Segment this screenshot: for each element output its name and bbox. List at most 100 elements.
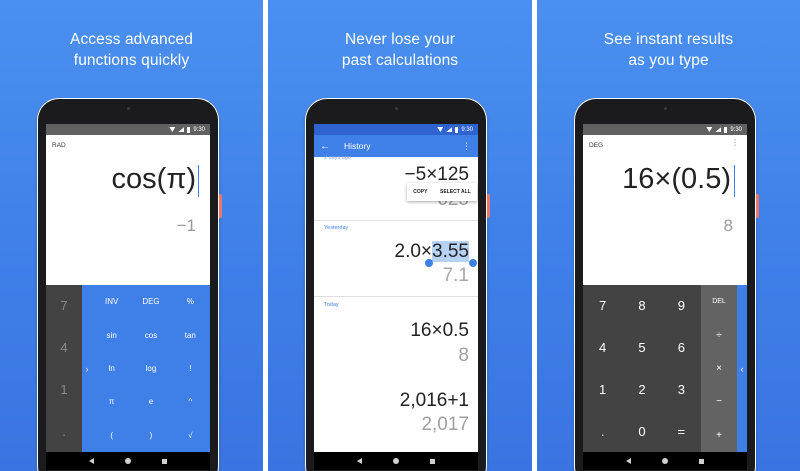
overflow-menu-icon[interactable]: ⋮ [462,142,471,151]
advanced-function-grid: INV DEG % sin cos tan ln log ! π e ^ ( ) [92,285,210,452]
key-subtract[interactable]: − [701,385,737,418]
recents-icon[interactable] [161,458,167,464]
calculator-display[interactable]: RAD cos(π) −1 [46,135,210,285]
wifi-icon [169,127,176,132]
power-button [756,194,759,218]
caption-line: past calculations [341,52,459,69]
key-percent[interactable]: % [171,285,210,318]
history-expression[interactable]: 2,016+1 [400,390,469,412]
back-icon[interactable] [89,458,95,464]
key-2[interactable]: 2 [622,369,661,411]
result-text[interactable]: 8 [724,216,733,236]
recents-icon[interactable] [698,458,704,464]
key-3[interactable]: 3 [662,369,701,411]
selection-handle-right[interactable] [469,259,477,267]
keypad: 7 8 9 4 5 6 1 2 3 . 0 = DEL ÷ × − + ‹ [583,285,747,452]
key-open-paren[interactable]: ( [92,419,131,452]
calculator-display[interactable]: DEG ⋮ 16×(0.5) 8 [583,135,747,285]
history-result[interactable]: 7.1 [443,265,469,287]
key-4[interactable]: 4 [46,327,82,369]
history-expression[interactable]: 16×0.5 [410,320,469,342]
battery-icon [724,126,728,133]
key-1[interactable]: 1 [46,369,82,411]
history-list[interactable]: 2 days ago −5×125 −625 Yesterday 2.0×3.5… [314,155,478,452]
promo-panel-3: See instant results as you type 9:30 DEG… [537,0,800,471]
home-icon[interactable] [124,458,131,464]
history-title: History [344,141,371,151]
key-e[interactable]: e [131,385,170,418]
back-icon[interactable] [626,458,632,464]
key-inv[interactable]: INV [92,285,131,318]
key-7[interactable]: 7 [583,285,622,327]
key-4[interactable]: 4 [583,327,622,369]
key-cos[interactable]: cos [131,318,170,351]
status-bar: 9:30 [46,124,210,135]
key-6[interactable]: 6 [662,327,701,369]
key-add[interactable]: + [701,419,737,452]
home-icon[interactable] [392,458,399,464]
phone-speaker [395,107,398,110]
phone-speaker [127,107,130,110]
key-log[interactable]: log [131,352,170,385]
android-nav-bar [583,452,747,470]
expression-text[interactable]: 16×(0.5) [622,163,731,196]
select-all-menu-item[interactable]: SELECT ALL [440,189,471,195]
calculator-screen: 9:30 DEG ⋮ 16×(0.5) 8 7 8 9 4 5 6 1 2 3 … [583,124,747,470]
history-result[interactable]: 2,017 [421,414,469,436]
signal-icon [715,127,722,132]
expression-text[interactable]: cos(π) [112,163,196,196]
key-8[interactable]: 8 [622,285,661,327]
key-ln[interactable]: ln [92,352,131,385]
key-sin[interactable]: sin [92,318,131,351]
phone-frame: 9:30 RAD cos(π) −1 7 4 1 . › INV DEG % s… [37,98,222,471]
key-power[interactable]: ^ [171,385,210,418]
status-time: 9:30 [730,126,742,133]
caption-line: Access advanced [70,31,193,48]
copy-menu-item[interactable]: COPY [413,189,427,195]
key-deg[interactable]: DEG [131,285,170,318]
key-1[interactable]: 1 [583,369,622,411]
android-nav-bar [46,452,210,470]
android-nav-bar [314,452,478,470]
back-icon[interactable] [357,458,363,464]
key-close-paren[interactable]: ) [131,419,170,452]
result-text[interactable]: −1 [177,216,196,236]
key-equals[interactable]: = [662,410,701,452]
history-app-bar: ← History ⋮ [314,135,478,157]
key-decimal[interactable]: . [583,410,622,452]
recents-icon[interactable] [429,458,435,464]
back-arrow-icon[interactable]: ← [320,141,330,152]
expand-advanced-panel[interactable]: ‹ [737,285,747,452]
key-9[interactable]: 9 [662,285,701,327]
text-cursor [198,165,199,197]
key-tan[interactable]: tan [171,318,210,351]
advanced-panel[interactable]: › INV DEG % sin cos tan ln log ! π e ^ (… [82,285,210,452]
text-cursor [734,165,735,197]
key-multiply[interactable]: × [701,352,737,385]
text-selection-menu: COPY SELECT ALL [407,183,477,201]
caption-line: functions quickly [73,52,190,69]
history-result[interactable]: 8 [458,345,469,367]
key-7[interactable]: 7 [46,285,82,327]
key-divide[interactable]: ÷ [701,318,737,351]
selection-handle-left[interactable] [425,259,433,267]
home-icon[interactable] [661,458,668,464]
selected-text[interactable]: 3.55 [432,241,469,262]
key-0[interactable]: 0 [622,410,661,452]
section-divider [314,220,478,221]
key-factorial[interactable]: ! [171,352,210,385]
phone-speaker [664,107,667,110]
key-sqrt[interactable]: √ [171,419,210,452]
angle-mode-indicator: DEG [589,142,604,149]
power-button [487,194,490,218]
overflow-menu-icon[interactable]: ⋮ [731,139,739,147]
key-pi[interactable]: π [92,385,131,418]
collapse-arrow-icon[interactable]: › [82,285,92,452]
key-5[interactable]: 5 [622,327,661,369]
status-time: 9:30 [193,126,205,133]
numpad: 7 8 9 4 5 6 1 2 3 . 0 = [583,285,701,452]
key-delete[interactable]: DEL [701,285,737,318]
signal-icon [446,127,453,132]
key-decimal[interactable]: . [46,410,82,452]
wifi-icon [437,127,444,132]
